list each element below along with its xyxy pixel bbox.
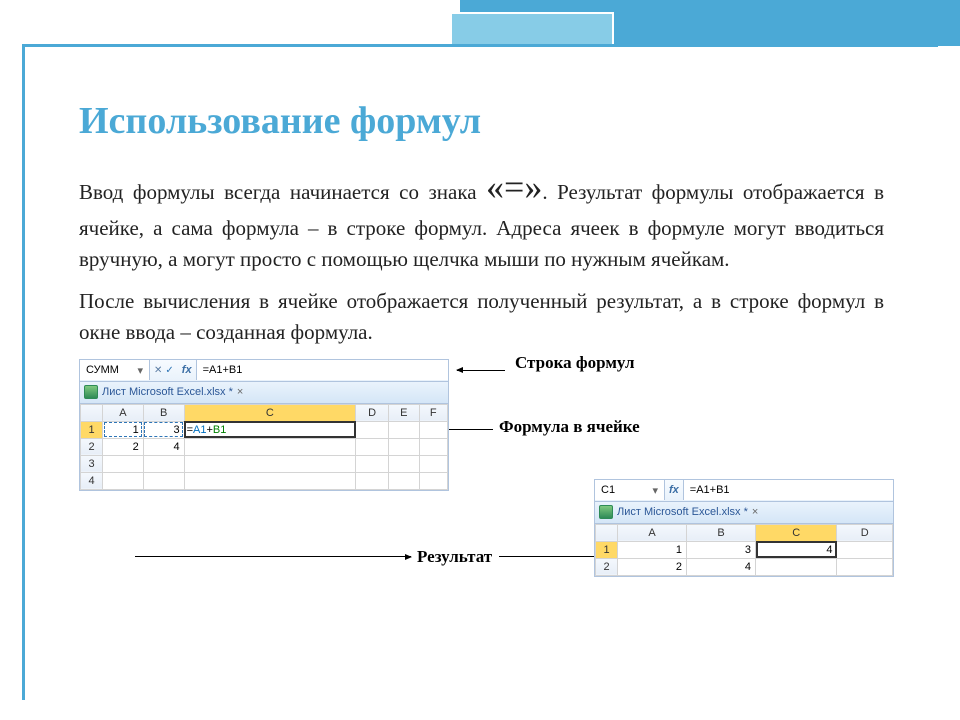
slide-frame: Использование формул Ввод формулы всегда… [22,44,938,700]
cell[interactable] [103,472,144,489]
col-header[interactable]: D [356,404,389,421]
arrow-result-left [135,556,411,557]
arrow-formula-bar [457,370,505,371]
formula-input[interactable]: =A1+B1 [196,360,448,380]
label-result: Результат [417,547,492,567]
active-cell[interactable]: =A1+B1 [184,421,356,438]
cell[interactable] [143,472,184,489]
row-header[interactable]: 3 [81,455,103,472]
fx-buttons: ✕ ✓ [150,365,178,376]
paragraph-1: Ввод формулы всегда начинается со знака … [79,161,884,274]
col-header[interactable]: A [618,524,687,541]
label-formula-bar: Строка формул [515,353,635,373]
formula-bar: СУММ ▾ ✕ ✓ fx =A1+B1 [80,360,448,382]
cell[interactable] [356,421,389,438]
fx-icon[interactable]: fx [665,484,683,496]
col-header[interactable]: E [389,404,420,421]
label-cell-formula: Формула в ячейке [499,417,640,437]
equals-sign: «=» [486,167,542,207]
cell[interactable] [356,438,389,455]
dropdown-icon[interactable]: ▾ [137,364,143,377]
excel-file-icon [84,385,98,399]
name-box-value: C1 [601,484,615,496]
cell[interactable] [103,455,144,472]
col-header[interactable]: C [184,404,356,421]
cell[interactable] [389,438,420,455]
slide-decoration [460,0,960,48]
row-header[interactable]: 4 [81,472,103,489]
formula-bar: C1 ▾ fx =A1+B1 [595,480,893,502]
formula-input[interactable]: =A1+B1 [683,480,893,500]
spreadsheet-grid[interactable]: A B C D 1 1 3 4 2 2 4 [595,524,893,576]
row-header[interactable]: 2 [81,438,103,455]
col-header[interactable]: B [687,524,756,541]
col-header[interactable]: B [143,404,184,421]
paragraph-2: После вычисления в ячейке отображается п… [79,286,884,347]
cell[interactable] [184,455,356,472]
cell[interactable]: 2 [618,558,687,575]
cell[interactable] [837,541,893,558]
row-header[interactable]: 1 [596,541,618,558]
cell[interactable] [184,472,356,489]
row-header[interactable]: 2 [596,558,618,575]
excel-result-screenshot: C1 ▾ fx =A1+B1 Лист Microsoft Excel.xlsx… [594,479,894,577]
close-tab-icon[interactable]: × [237,386,243,398]
workbook-tab-row: Лист Microsoft Excel.xlsx * × [80,382,448,404]
cell[interactable]: 4 [143,438,184,455]
cell[interactable] [419,455,447,472]
slide-content: Использование формул Ввод формулы всегда… [25,47,938,637]
cell[interactable] [389,421,420,438]
active-cell[interactable]: 4 [756,541,837,558]
illustration-area: Строка формул Формула в ячейке Результат… [79,359,884,619]
cell[interactable] [389,455,420,472]
page-title: Использование формул [79,99,884,143]
workbook-tab[interactable]: Лист Microsoft Excel.xlsx * [102,386,233,398]
cell[interactable]: 3 [143,421,184,438]
name-box[interactable]: C1 ▾ [595,480,665,500]
col-header[interactable]: D [837,524,893,541]
cell[interactable] [143,455,184,472]
row-header[interactable]: 1 [81,421,103,438]
cell[interactable] [419,421,447,438]
cell[interactable]: 2 [103,438,144,455]
cell[interactable] [389,472,420,489]
spreadsheet-grid[interactable]: A B C D E F 1 1 3 =A1+B1 [80,404,448,490]
cell[interactable] [356,472,389,489]
cell[interactable] [419,472,447,489]
dropdown-icon[interactable]: ▾ [652,484,658,497]
col-header[interactable]: A [103,404,144,421]
excel-file-icon [599,505,613,519]
cell[interactable]: 3 [687,541,756,558]
enter-icon[interactable]: ✓ [165,365,173,376]
select-all-corner[interactable] [596,524,618,541]
cell-text: =A1+B1 [187,424,227,436]
workbook-tab-row: Лист Microsoft Excel.xlsx * × [595,502,893,524]
cell[interactable] [756,558,837,575]
cell[interactable] [837,558,893,575]
cell[interactable] [184,438,356,455]
name-box[interactable]: СУММ ▾ [80,360,150,380]
select-all-corner[interactable] [81,404,103,421]
workbook-tab[interactable]: Лист Microsoft Excel.xlsx * [617,506,748,518]
col-header[interactable]: C [756,524,837,541]
name-box-value: СУММ [86,364,119,376]
col-header[interactable]: F [419,404,447,421]
excel-editing-screenshot: СУММ ▾ ✕ ✓ fx =A1+B1 Лист Microsoft Exce… [79,359,449,491]
fx-icon[interactable]: fx [178,364,196,376]
cell[interactable] [356,455,389,472]
para1-part-a: Ввод формулы всегда начинается со знака [79,180,486,204]
cancel-icon[interactable]: ✕ [154,365,162,376]
cell[interactable]: 1 [618,541,687,558]
cell[interactable]: 4 [687,558,756,575]
close-tab-icon[interactable]: × [752,506,758,518]
cell[interactable] [419,438,447,455]
cell[interactable]: 1 [103,421,144,438]
